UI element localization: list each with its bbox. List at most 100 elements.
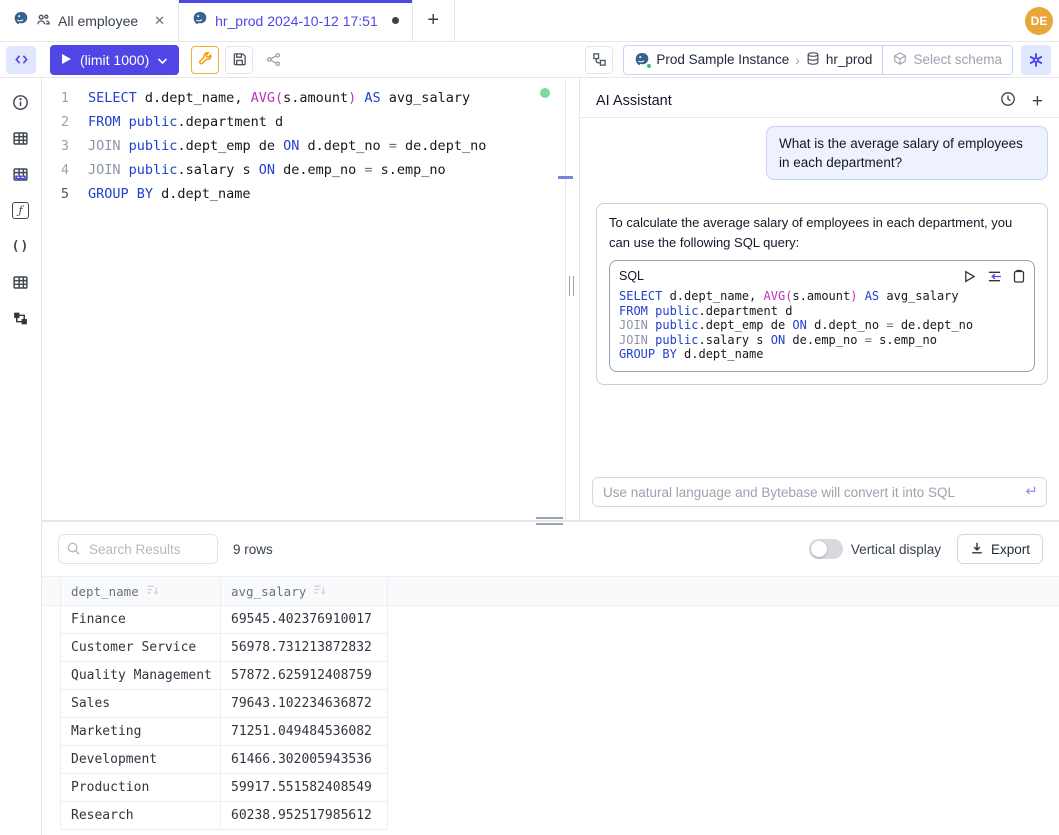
table-row[interactable]: Quality Management57872.625912408759 bbox=[42, 662, 1059, 690]
download-icon bbox=[970, 541, 984, 558]
save-sheet-button[interactable] bbox=[225, 46, 253, 74]
cell-dept_name[interactable]: Development bbox=[60, 746, 221, 774]
table-row[interactable]: Sales79643.102234636872 bbox=[42, 690, 1059, 718]
schema-rail: ƒ () bbox=[0, 78, 42, 835]
openai-assistant-button[interactable] bbox=[1021, 45, 1051, 75]
tab-all-employee[interactable]: All employee ✕ bbox=[0, 0, 179, 41]
results-toolbar: 9 rows Vertical display Export bbox=[42, 522, 1059, 576]
code-line: 1SELECT d.dept_name, AVG(s.amount) AS av… bbox=[42, 86, 565, 110]
cell-avg_salary[interactable]: 69545.402376910017 bbox=[221, 606, 388, 634]
user-message-bubble: What is the average salary of employees … bbox=[766, 126, 1048, 180]
line-number: 1 bbox=[42, 86, 88, 110]
cell-avg_salary[interactable]: 57872.625912408759 bbox=[221, 662, 388, 690]
insert-into-editor-icon[interactable] bbox=[987, 270, 1002, 283]
cell-avg_salary[interactable]: 60238.952517985612 bbox=[221, 802, 388, 830]
cell-dept_name[interactable]: Sales bbox=[60, 690, 221, 718]
external-tables-icon[interactable] bbox=[0, 264, 42, 300]
editor-toolbar: (limit 1000) Prod Sample Instance › bbox=[0, 42, 1059, 78]
select-schema-button[interactable]: Select schema bbox=[882, 46, 1012, 74]
row-count: 9 rows bbox=[233, 542, 273, 557]
sql-editor-app: All employee ✕ hr_prod 2024-10-12 17:51 … bbox=[0, 0, 1059, 835]
tab-label: hr_prod 2024-10-12 17:51 bbox=[215, 13, 378, 29]
unsaved-dot bbox=[392, 17, 399, 24]
workspace-body: ƒ () 1SELECT d.dept_name, AVG(s.amount) … bbox=[0, 78, 1059, 835]
instance-database-selector[interactable]: Prod Sample Instance › hr_prod bbox=[624, 46, 882, 74]
column-header-avg_salary[interactable]: avg_salary bbox=[221, 577, 388, 605]
cell-avg_salary[interactable]: 56978.731213872832 bbox=[221, 634, 388, 662]
return-icon: ↵ bbox=[1025, 482, 1038, 500]
views-icon[interactable] bbox=[0, 156, 42, 192]
postgres-icon bbox=[13, 11, 29, 30]
table-row[interactable]: Marketing71251.049484536082 bbox=[42, 718, 1059, 746]
sort-icon[interactable] bbox=[313, 583, 326, 599]
ai-chat: What is the average salary of employees … bbox=[580, 118, 1059, 520]
postgres-icon bbox=[634, 52, 650, 68]
table-row[interactable]: Development61466.302005943536 bbox=[42, 746, 1059, 774]
cell-avg_salary[interactable]: 59917.551582408549 bbox=[221, 774, 388, 802]
close-tab-icon[interactable]: ✕ bbox=[154, 13, 165, 29]
connection-pill: Prod Sample Instance › hr_prod Select sc… bbox=[623, 45, 1013, 75]
code-panel-toggle-button[interactable] bbox=[6, 46, 36, 74]
schema-diagram-icon[interactable] bbox=[0, 300, 42, 336]
code-line: 2FROM public.department d bbox=[42, 110, 565, 134]
cell-avg_salary[interactable]: 79643.102234636872 bbox=[221, 690, 388, 718]
tab-hr-prod[interactable]: hr_prod 2024-10-12 17:51 bbox=[179, 0, 413, 41]
cell-dept_name[interactable]: Marketing bbox=[60, 718, 221, 746]
line-number: 4 bbox=[42, 158, 88, 182]
table-row[interactable]: Production59917.551582408549 bbox=[42, 774, 1059, 802]
main-column: 1SELECT d.dept_name, AVG(s.amount) AS av… bbox=[42, 78, 1059, 835]
run-code-icon[interactable] bbox=[963, 270, 976, 283]
table-row[interactable]: Customer Service56978.731213872832 bbox=[42, 634, 1059, 662]
format-wrench-button[interactable] bbox=[191, 46, 219, 74]
sql-editor[interactable]: 1SELECT d.dept_name, AVG(s.amount) AS av… bbox=[42, 78, 566, 520]
functions-icon[interactable]: ƒ bbox=[0, 192, 42, 228]
vertical-display-toggle[interactable] bbox=[809, 539, 843, 559]
ai-prompt-input[interactable] bbox=[592, 477, 1047, 507]
cell-avg_salary[interactable]: 61466.302005943536 bbox=[221, 746, 388, 774]
results-resize-handle[interactable] bbox=[536, 517, 563, 525]
editor-lines: 1SELECT d.dept_name, AVG(s.amount) AS av… bbox=[42, 86, 565, 206]
ai-input-wrap: ↵ bbox=[592, 477, 1047, 507]
ai-title: AI Assistant bbox=[596, 93, 1000, 109]
vertical-divider bbox=[566, 78, 579, 520]
cell-dept_name[interactable]: Production bbox=[60, 774, 221, 802]
batch-query-icon-button[interactable] bbox=[585, 46, 613, 74]
panel-resize-handle[interactable] bbox=[569, 276, 574, 296]
tables-icon[interactable] bbox=[0, 120, 42, 156]
database-icon bbox=[806, 51, 820, 69]
export-button[interactable]: Export bbox=[957, 534, 1043, 564]
scroll-indicator bbox=[558, 176, 573, 179]
code-line: 4JOIN public.salary s ON de.emp_no = s.e… bbox=[42, 158, 565, 182]
upper-split: 1SELECT d.dept_name, AVG(s.amount) AS av… bbox=[42, 78, 1059, 520]
share-icon-button[interactable] bbox=[259, 46, 287, 74]
schema-cube-icon bbox=[893, 51, 907, 69]
cell-avg_salary[interactable]: 71251.049484536082 bbox=[221, 718, 388, 746]
new-tab-button[interactable]: + bbox=[413, 0, 455, 41]
instance-name: Prod Sample Instance bbox=[656, 52, 789, 67]
copy-code-icon[interactable] bbox=[1013, 269, 1025, 283]
results-panel: 9 rows Vertical display Export dept_name… bbox=[42, 522, 1059, 835]
table-row[interactable]: Research60238.952517985612 bbox=[42, 802, 1059, 830]
cell-dept_name[interactable]: Research bbox=[60, 802, 221, 830]
tab-bar: All employee ✕ hr_prod 2024-10-12 17:51 … bbox=[0, 0, 1059, 42]
table-row[interactable]: Finance69545.402376910017 bbox=[42, 606, 1059, 634]
search-results-input[interactable] bbox=[58, 534, 218, 564]
instance-status-dot bbox=[646, 63, 652, 69]
ai-response-bubble: To calculate the average salary of emplo… bbox=[596, 203, 1048, 385]
line-number: 5 bbox=[42, 182, 88, 206]
sort-icon[interactable] bbox=[146, 583, 159, 599]
info-icon[interactable] bbox=[0, 84, 42, 120]
run-label: (limit 1000) bbox=[80, 52, 149, 68]
search-icon bbox=[66, 541, 81, 561]
cell-dept_name[interactable]: Finance bbox=[60, 606, 221, 634]
cell-dept_name[interactable]: Customer Service bbox=[60, 634, 221, 662]
column-header-dept_name[interactable]: dept_name bbox=[60, 577, 221, 605]
cell-dept_name[interactable]: Quality Management bbox=[60, 662, 221, 690]
line-number: 3 bbox=[42, 134, 88, 158]
procedures-icon[interactable]: () bbox=[0, 228, 42, 264]
run-query-button[interactable]: (limit 1000) bbox=[50, 45, 179, 75]
tab-label: All employee bbox=[58, 13, 138, 29]
new-conversation-icon[interactable]: + bbox=[1032, 92, 1043, 111]
history-clock-icon[interactable] bbox=[1000, 91, 1016, 112]
user-avatar[interactable]: DE bbox=[1025, 7, 1053, 35]
